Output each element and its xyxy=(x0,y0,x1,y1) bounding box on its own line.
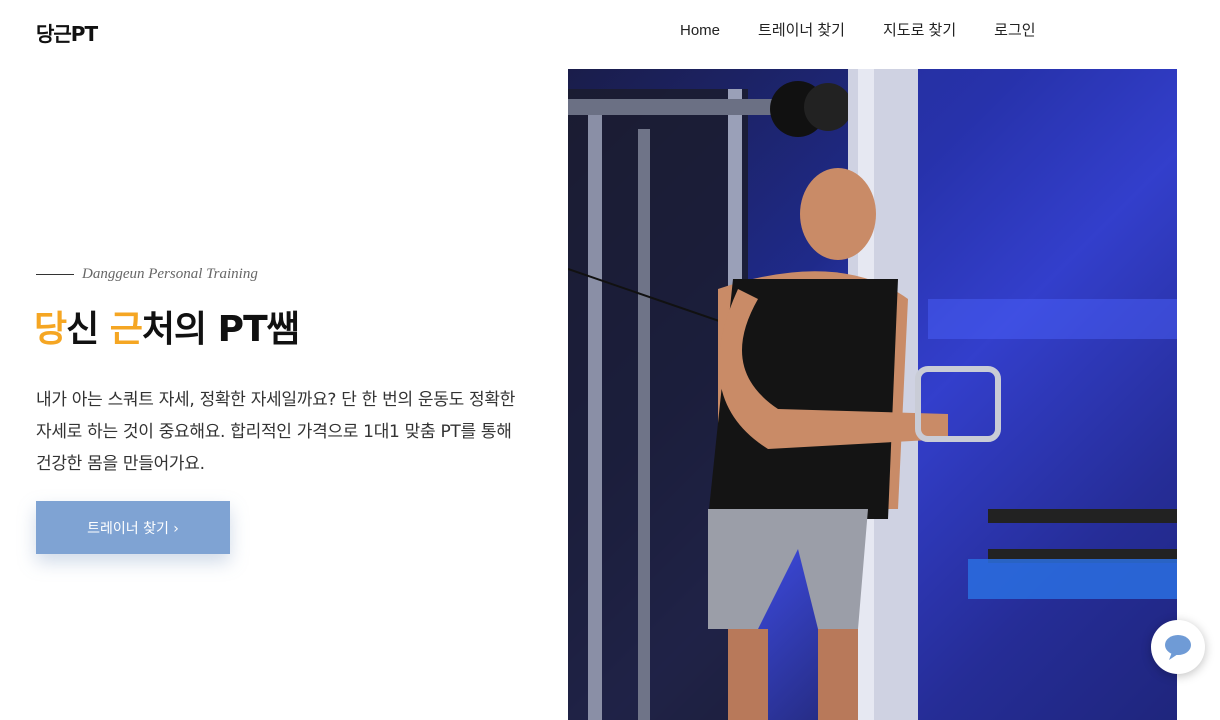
tagline-divider xyxy=(36,274,74,275)
headline-text-2: 처의 PT쌤 xyxy=(141,309,300,350)
find-trainer-button[interactable]: 트레이너 찾기 › xyxy=(36,501,230,554)
gym-trainer-illustration xyxy=(568,69,1177,720)
headline-highlight-2: 근 xyxy=(109,309,143,350)
hero-description: 내가 아는 스쿼트 자세, 정확한 자세일까요? 단 한 번의 운동도 정확한 … xyxy=(36,390,516,474)
hero-image xyxy=(568,69,1177,720)
hero-tagline: Danggeun Personal Training xyxy=(36,266,258,283)
main-nav: Home 트레이너 찾기 지도로 찾기 로그인 xyxy=(680,20,1074,42)
nav-map-search[interactable]: 지도로 찾기 xyxy=(883,20,956,42)
hero-headline: 당신 근처의 PT쌤 xyxy=(34,306,300,354)
headline-highlight-1: 당 xyxy=(34,309,67,350)
nav-home[interactable]: Home xyxy=(680,20,720,42)
nav-login[interactable]: 로그인 xyxy=(994,20,1035,42)
nav-find-trainer[interactable]: 트레이너 찾기 xyxy=(758,20,845,42)
site-logo[interactable]: 당근PT xyxy=(36,18,98,47)
chat-bubble-icon xyxy=(1165,635,1191,660)
headline-text-1: 신 xyxy=(66,309,110,350)
chat-button[interactable] xyxy=(1151,620,1205,674)
tagline-text: Danggeun Personal Training xyxy=(82,266,258,282)
